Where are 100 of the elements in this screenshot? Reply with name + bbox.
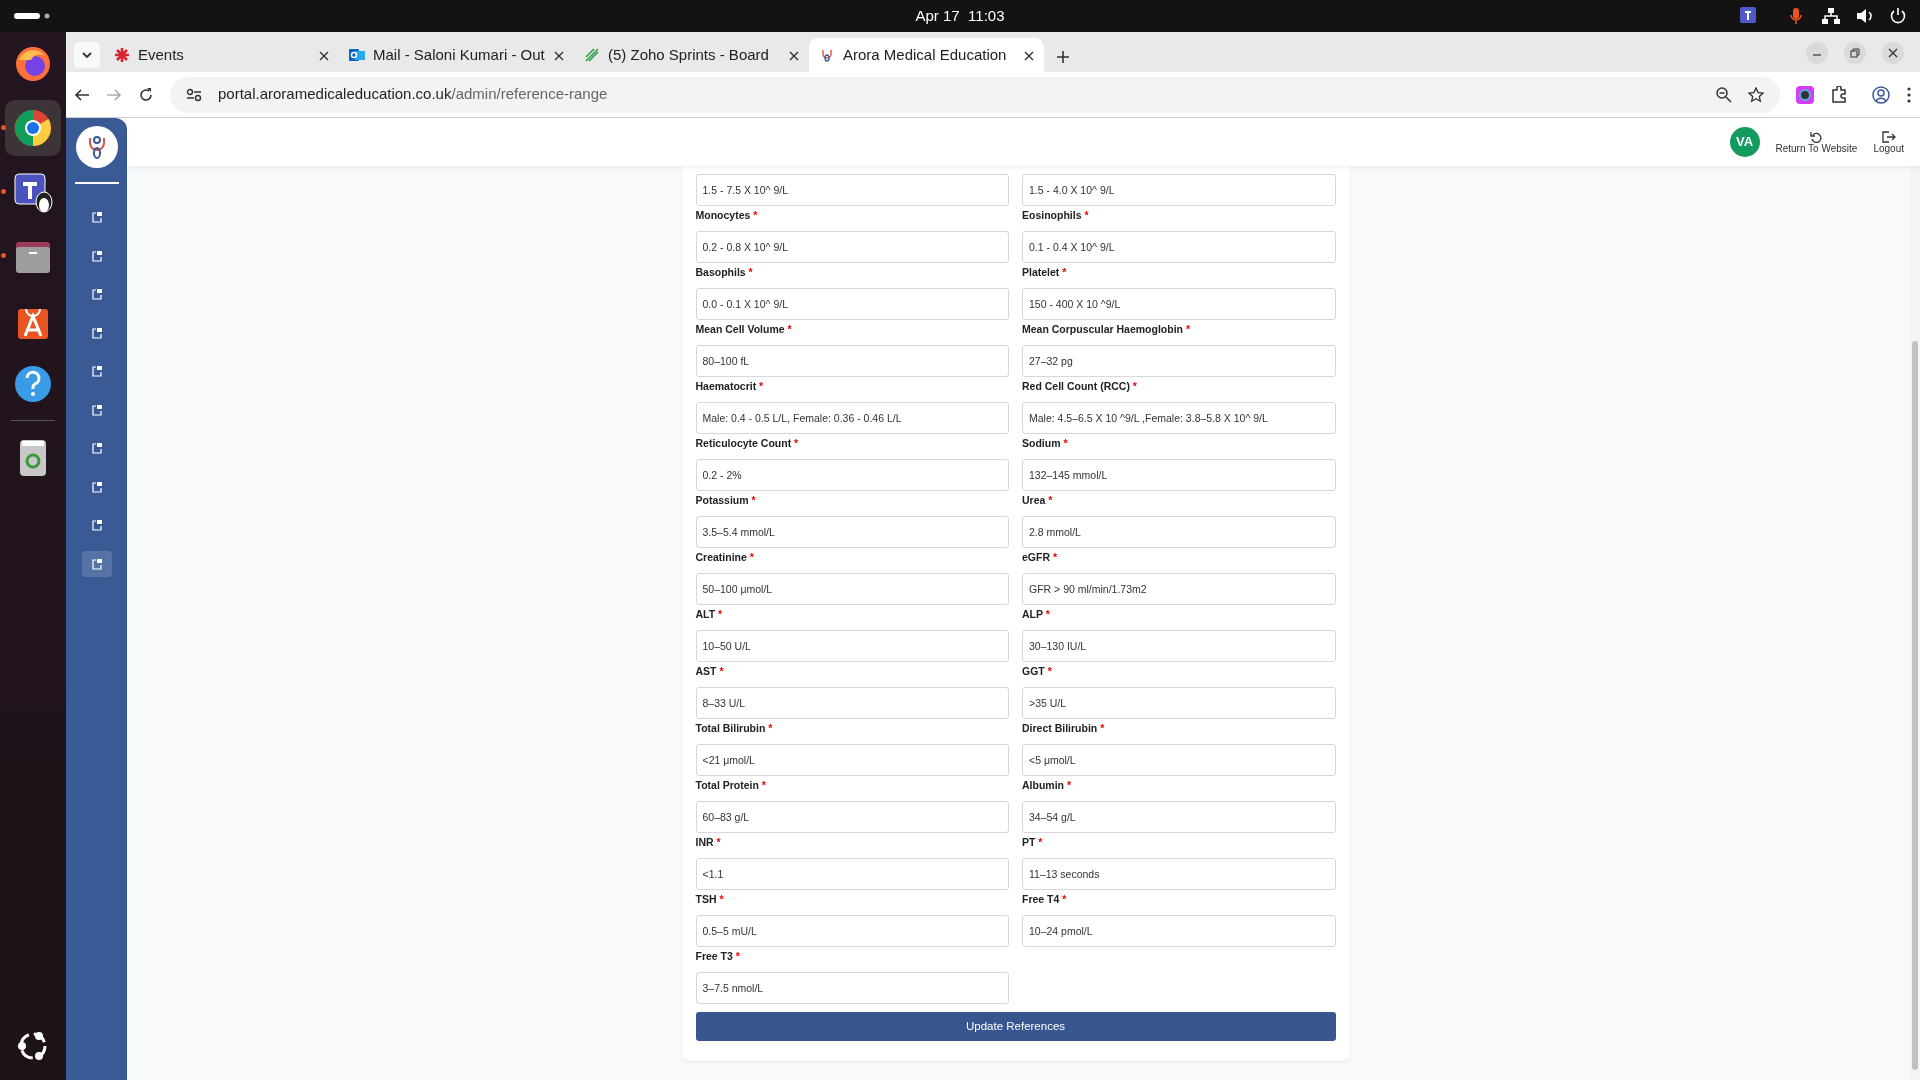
minimize-icon[interactable] [1806,42,1828,64]
browser-tab[interactable]: Mail - Saloni Kumari - Out [339,38,574,72]
input-field[interactable]: 1.5 - 4.0 X 10^ 9/L [1022,174,1336,206]
browser-tab[interactable]: Events [104,38,339,72]
input-field[interactable]: 10–50 U/L [695,630,1009,662]
caret-icon [82,51,92,59]
input-field[interactable]: Male: 0.4 - 0.5 L/L, Female: 0.36 - 0.46 L/L [695,402,1009,434]
field-label: Red Cell Count (RCC) * [1022,379,1138,394]
bookmark-star-icon[interactable] [1748,86,1764,103]
menu-icon[interactable] [1906,86,1912,103]
close-icon[interactable] [554,50,564,61]
input-field[interactable]: >35 U/L [1022,687,1336,719]
scrollbar[interactable] [1910,166,1920,1080]
clipboard-icon [90,211,103,223]
extensions-icon[interactable] [1830,85,1848,104]
input-field[interactable]: 1.5 - 7.5 X 10^ 9/L [695,174,1009,206]
field-label: Total Protein * [695,778,767,793]
reload-icon[interactable] [138,86,154,103]
teams-tray-icon[interactable] [1740,7,1758,25]
return-to-website-link[interactable]: Return To Website [1775,130,1858,154]
input-field[interactable]: 10–24 pmol/L [1022,915,1336,947]
field-label: Sodium * [1022,436,1069,451]
input-field[interactable]: 2.8 mmol/L [1022,516,1336,548]
input-field[interactable]: <21 μmol/L [695,744,1009,776]
input-field[interactable]: 50–100 μmol/L [695,573,1009,605]
clipboard-icon [90,403,103,416]
input-field[interactable]: 132–145 mmol/L [1022,459,1336,491]
teams-penguin-icon[interactable] [11,170,55,214]
color-ring-icon[interactable] [1796,85,1814,104]
field-label: Monocytes * [695,208,759,223]
field-label: Haematocrit * [695,379,765,394]
input-field[interactable]: 0.2 - 0.8 X 10^ 9/L [695,231,1009,263]
logo-icon [75,126,118,168]
input-field[interactable]: 3–7.5 nmol/L [695,972,1009,1004]
address-bar[interactable]: portal.aroramedicaleducation.co.uk/admin/reference-range [170,76,1780,113]
field-label: Urea * [1022,493,1054,508]
leaf-icon [584,47,600,63]
field-label: Platelet * [1022,265,1068,280]
clipboard-icon [90,249,103,262]
field-label: AST * [695,664,725,679]
field-label: Total Bilirubin * [695,721,774,736]
update-references-button[interactable]: Update References [695,1012,1336,1041]
field-label: Potassium * [695,493,757,508]
browser-tab[interactable]: (5) Zoho Sprints - Board [574,38,809,72]
url-text: portal.aroramedicaleducation.co.uk/admin/reference-range [218,84,608,105]
clipboard-icon [90,326,103,339]
input-field[interactable]: 34–54 g/L [1022,801,1336,833]
profile-icon[interactable] [1872,85,1890,104]
field-label: Direct Bilirubin * [1022,721,1106,736]
input-field[interactable]: 0.2 - 2% [695,459,1009,491]
input-field[interactable]: 60–83 g/L [695,801,1009,833]
field-label: Creatinine * [695,550,755,565]
network-icon[interactable] [1822,8,1840,24]
date-label[interactable]: Apr 17 [915,6,960,24]
avatar[interactable]: VA [1729,127,1760,157]
input-field[interactable]: <1.1 [695,858,1009,890]
clipboard-icon [90,480,103,493]
input-field[interactable]: 150 - 400 X 10 ^9/L [1022,288,1336,320]
field-label: PT * [1022,835,1044,850]
clipboard-icon [90,365,103,377]
input-field[interactable]: 0.5–5 mU/L [695,915,1009,947]
zoom-out-icon[interactable] [1716,86,1732,103]
field-label: Free T4 * [1022,892,1068,907]
restore-icon[interactable] [1844,42,1866,64]
browser-tab[interactable]: Arora Medical Education [809,38,1044,72]
field-label: TSH * [695,892,725,907]
tab-search-button[interactable] [74,42,100,68]
logout-link[interactable]: Logout [1873,130,1904,154]
field-label: ALT * [695,607,724,622]
input-field[interactable]: 0.1 - 0.4 X 10^ 9/L [1022,231,1336,263]
field-label: Basophils * [695,265,754,280]
input-field[interactable]: 0.0 - 0.1 X 10^ 9/L [695,288,1009,320]
power-icon[interactable] [1890,8,1906,24]
close-icon[interactable] [319,50,329,61]
input-field[interactable]: 30–130 IU/L [1022,630,1336,662]
input-field[interactable]: 3.5–5.4 mmol/L [695,516,1009,548]
site-info-icon[interactable] [186,87,202,102]
sidebar-item[interactable] [81,550,112,577]
field-label: INR * [695,835,722,850]
close-icon[interactable] [789,50,799,61]
input-field[interactable]: 11–13 seconds [1022,858,1336,890]
mail-icon [349,47,365,63]
field-label: Mean Cell Volume * [695,322,793,337]
input-field[interactable]: 80–100 fL [695,345,1009,377]
activities-icon[interactable] [14,12,50,20]
input-field[interactable]: 8–33 U/L [695,687,1009,719]
input-field[interactable]: 27–32 pg [1022,345,1336,377]
close-icon[interactable] [1024,50,1034,61]
field-label: ALP * [1022,607,1051,622]
input-field[interactable]: Male: 4.5–6.5 X 10 ^9/L ,Female: 3.8–5.8 X 10^ 9/L [1022,402,1336,434]
input-field[interactable]: GFR > 90 ml/min/1.73m2 [1022,573,1336,605]
input-field[interactable]: <5 μmol/L [1022,744,1336,776]
volume-icon[interactable] [1856,8,1874,24]
close-icon[interactable] [1882,42,1904,64]
clipboard-icon [90,442,103,454]
clock-label[interactable]: 11:03 [968,6,1005,24]
cross-icon [114,47,130,63]
new-tab-icon[interactable] [1056,50,1070,64]
back-icon[interactable] [74,86,90,103]
undo-icon [1810,130,1823,143]
